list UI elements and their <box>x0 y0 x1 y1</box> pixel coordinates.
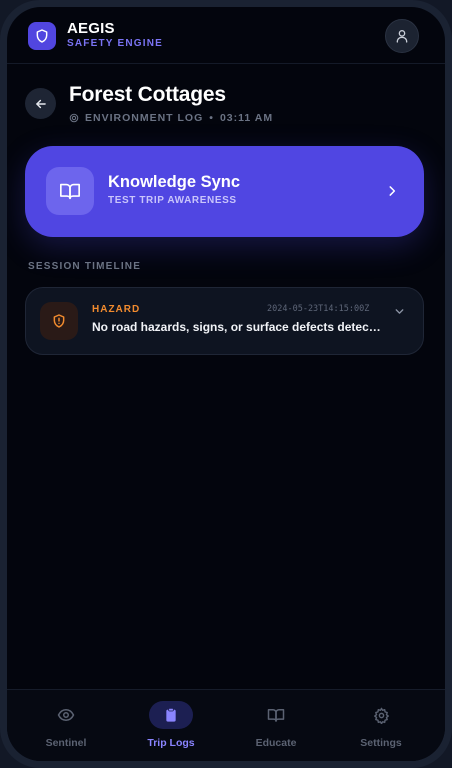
page-title: Forest Cottages <box>69 83 226 106</box>
nav-icon-container <box>359 701 403 729</box>
app-subtitle: SAFETY ENGINE <box>67 38 163 49</box>
page-meta: ENVIRONMENT LOG • 03:11 AM <box>69 111 273 125</box>
nav-item-trip-logs[interactable]: Trip Logs <box>121 690 221 761</box>
nav-icon-container <box>254 701 298 729</box>
chevron-down-icon[interactable] <box>391 303 407 319</box>
app-screen: AEGIS SAFETY ENGINE Forest Cottages ENVI <box>7 7 445 761</box>
nav-item-sentinel[interactable]: Sentinel <box>16 690 116 761</box>
back-button[interactable] <box>25 88 56 119</box>
book-open-icon <box>60 183 80 200</box>
chevron-right-icon <box>382 181 402 201</box>
app-logo <box>28 22 56 50</box>
sync-title: Knowledge Sync <box>108 173 241 191</box>
entry-type-badge: HAZARD <box>92 304 141 315</box>
app-header: AEGIS SAFETY ENGINE <box>7 7 445 64</box>
device-frame: AEGIS SAFETY ENGINE Forest Cottages ENVI <box>0 0 452 768</box>
meta-time: 03:11 AM <box>219 112 274 124</box>
eye-icon <box>57 709 75 721</box>
hazard-icon-container <box>40 302 78 340</box>
user-icon <box>396 30 408 43</box>
meta-separator: • <box>209 112 214 124</box>
section-label-session-timeline: SESSION TIMELINE <box>28 261 142 272</box>
nav-label-settings: Settings <box>360 737 402 749</box>
meta-label: ENVIRONMENT LOG <box>85 112 204 124</box>
entry-message: No road hazards, signs, or surface defec… <box>92 320 382 334</box>
shield-icon <box>36 29 48 43</box>
timeline-entry[interactable]: HAZARD 2024-05-23T14:15:00Z No road haza… <box>25 287 424 355</box>
bottom-nav: Sentinel Trip Logs Educate Settings <box>7 689 445 761</box>
entry-timestamp: 2024-05-23T14:15:00Z <box>267 304 370 314</box>
sync-subtitle: TEST TRIP AWARENESS <box>108 195 237 206</box>
knowledge-sync-card[interactable]: Knowledge Sync TEST TRIP AWARENESS <box>25 146 424 237</box>
nav-icon-container <box>44 701 88 729</box>
app-title: AEGIS <box>67 20 115 37</box>
nav-label-trip-logs: Trip Logs <box>147 737 195 749</box>
target-icon <box>69 113 79 123</box>
nav-label-sentinel: Sentinel <box>45 737 87 749</box>
gear-icon <box>373 707 389 724</box>
nav-icon-container <box>149 701 193 729</box>
nav-item-settings[interactable]: Settings <box>331 690 431 761</box>
profile-button[interactable] <box>385 19 419 53</box>
shield-alert-icon <box>53 314 65 328</box>
book-open-icon <box>267 709 285 722</box>
clipboard-icon <box>166 707 176 722</box>
nav-item-educate[interactable]: Educate <box>226 690 326 761</box>
nav-label-educate: Educate <box>255 737 297 749</box>
arrow-left-icon <box>35 99 46 108</box>
sync-icon-container <box>46 167 94 215</box>
